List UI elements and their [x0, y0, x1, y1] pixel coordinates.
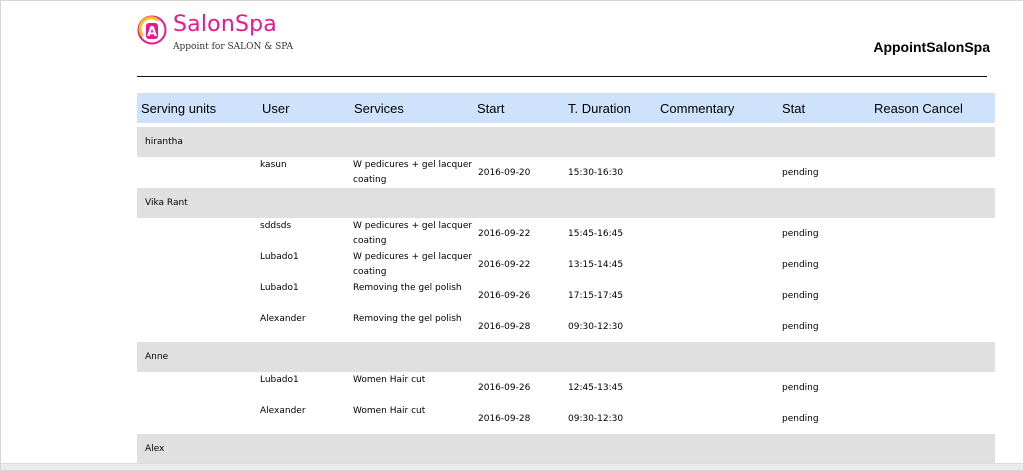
services-cell: W pedicures + gel lacquer coating — [353, 221, 473, 246]
duration-cell: 12:45-13:45 — [568, 383, 624, 393]
services-cell: Removing the gel polish — [353, 314, 462, 324]
header-divider — [137, 76, 987, 77]
start-cell: 2016-09-22 — [478, 229, 531, 239]
services-cell: W pedicures + gel lacquer coating — [353, 160, 473, 185]
logo-letter: A — [147, 25, 157, 40]
duration-cell: 09:30-12:30 — [568, 414, 624, 424]
user-cell: Lubado1 — [260, 375, 299, 385]
services-cell: Women Hair cut — [353, 375, 426, 385]
group-row: Vika Rant — [137, 188, 995, 218]
user-cell: sddsds — [260, 221, 292, 231]
start-cell: 2016-09-28 — [478, 322, 531, 332]
table-row: Lubado1 Removing the gel polish 2016-09-… — [137, 280, 995, 311]
table-row: kasun W pedicures + gel lacquer coating … — [137, 157, 995, 188]
table-header: Serving units User Services Start T. Dur… — [137, 93, 995, 123]
column-header-commentary: Commentary — [660, 101, 735, 116]
start-cell: 2016-09-26 — [478, 383, 531, 393]
start-cell: 2016-09-26 — [478, 291, 531, 301]
services-cell: Women Hair cut — [353, 406, 426, 416]
duration-cell: 09:30-12:30 — [568, 322, 624, 332]
services-cell: W pedicures + gel lacquer coating — [353, 252, 473, 277]
duration-cell: 17:15-17:45 — [568, 291, 624, 301]
column-header-serving-units: Serving units — [141, 101, 217, 116]
stat-cell: pending — [782, 229, 819, 239]
serving-unit-name: hirantha — [145, 137, 183, 147]
column-header-duration: T. Duration — [568, 101, 631, 116]
column-header-user: User — [262, 101, 290, 116]
services-cell: Removing the gel polish — [353, 283, 462, 293]
table-row: Lubado1 W pedicures + gel lacquer coatin… — [137, 249, 995, 280]
user-cell: Lubado1 — [260, 252, 299, 262]
column-header-start: Start — [477, 101, 505, 116]
start-cell: 2016-09-22 — [478, 260, 531, 270]
user-cell: Lubado1 — [260, 283, 299, 293]
stat-cell: pending — [782, 322, 819, 332]
table-row: Alexander Removing the gel polish 2016-0… — [137, 311, 995, 342]
column-header-stat: Stat — [782, 101, 806, 116]
start-cell: 2016-09-20 — [478, 168, 531, 178]
group-row: hirantha — [137, 127, 995, 157]
stat-cell: pending — [782, 260, 819, 270]
serving-unit-name: Vika Rant — [145, 198, 188, 208]
table-row: Alexander Women Hair cut 2016-09-28 09:3… — [137, 403, 995, 434]
logo-name: SalonSpa — [173, 12, 277, 37]
user-cell: kasun — [260, 160, 287, 170]
report-page: A SalonSpa Appoint for SALON & SPA Appoi… — [0, 0, 1024, 471]
group-row: Alex — [137, 434, 995, 464]
document-title: AppointSalonSpa — [873, 39, 990, 55]
salonspa-logo-icon: A — [137, 15, 167, 45]
logo-tagline: Appoint for SALON & SPA — [173, 42, 294, 52]
stat-cell: pending — [782, 291, 819, 301]
page-bottom-edge — [1, 463, 1023, 470]
serving-unit-name: Anne — [145, 352, 169, 362]
start-cell: 2016-09-28 — [478, 414, 531, 424]
stat-cell: pending — [782, 414, 819, 424]
stat-cell: pending — [782, 168, 819, 178]
table-row: sddsds W pedicures + gel lacquer coating… — [137, 218, 995, 249]
group-row: Anne — [137, 342, 995, 372]
duration-cell: 15:30-16:30 — [568, 168, 624, 178]
table-row: Lubado1 Women Hair cut 2016-09-26 12:45-… — [137, 372, 995, 403]
user-cell: Alexander — [260, 314, 306, 324]
user-cell: Alexander — [260, 406, 306, 416]
column-header-services: Services — [354, 101, 404, 116]
duration-cell: 15:45-16:45 — [568, 229, 624, 239]
column-header-reason-cancel: Reason Cancel — [874, 101, 963, 116]
serving-unit-name: Alex — [145, 444, 165, 454]
appointments-table: Serving units User Services Start T. Dur… — [137, 93, 995, 464]
stat-cell: pending — [782, 383, 819, 393]
duration-cell: 13:15-14:45 — [568, 260, 624, 270]
